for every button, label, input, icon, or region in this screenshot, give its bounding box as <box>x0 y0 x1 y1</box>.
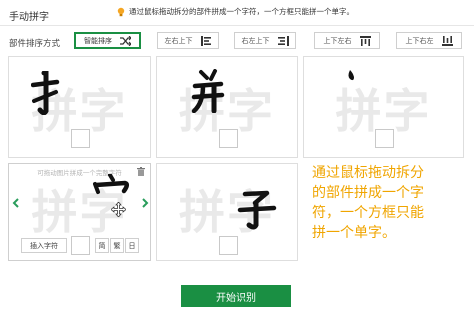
char-cell-5[interactable]: 拼字 <box>156 163 298 261</box>
chevron-right-icon[interactable] <box>141 198 149 208</box>
trash-icon[interactable] <box>137 167 145 176</box>
japanese-button[interactable]: 日 <box>125 238 139 253</box>
char-cell-1[interactable]: 拼字 <box>8 56 151 158</box>
component-glyph-gong[interactable] <box>191 69 225 113</box>
sort-option-label: 智能排序 <box>84 37 112 45</box>
sort-option-label: 右左上下 <box>241 37 270 45</box>
sort-option-lr-tb[interactable]: 左右上下 <box>157 32 219 49</box>
char-cell-4-active[interactable]: 可拖动图片拼成一个完整字符 拼字 插入字符 简 繁 日 <box>8 163 151 261</box>
left-right-top-bottom-icon <box>200 35 211 46</box>
page-title: 手动拼字 <box>9 12 49 23</box>
simplified-button[interactable]: 简 <box>95 238 109 253</box>
shuffle-icon <box>120 35 131 46</box>
chevron-left-icon[interactable] <box>12 198 20 208</box>
insert-char-button[interactable]: 插入字符 <box>21 238 67 253</box>
cell-checkbox[interactable] <box>375 129 394 148</box>
header-divider <box>0 25 474 26</box>
cell-checkbox[interactable] <box>71 129 90 148</box>
lightbulb-icon <box>117 7 125 16</box>
sort-option-label: 上下右左 <box>405 37 434 45</box>
top-bottom-right-left-icon <box>441 35 453 46</box>
char-cell-3[interactable]: 拼字 <box>303 56 464 158</box>
traditional-button[interactable]: 繁 <box>110 238 124 253</box>
header-hint-text: 通过鼠标拖动拆分的部件拼成一个字符，一个方框只能拼一个单字。 <box>129 7 354 16</box>
sort-option-label: 左右上下 <box>164 37 193 45</box>
sort-option-rl-tb[interactable]: 右左上下 <box>234 32 296 49</box>
component-glyph-zi[interactable] <box>237 190 277 230</box>
sort-option-smart[interactable]: 智能排序 <box>74 32 141 49</box>
move-cursor-icon <box>111 202 126 217</box>
sort-option-tb-lr[interactable]: 上下左右 <box>314 32 380 49</box>
cell-checkbox[interactable] <box>219 236 238 255</box>
component-glyph-shou[interactable] <box>31 71 61 115</box>
right-left-top-bottom-icon <box>277 35 289 46</box>
sort-label: 部件排序方式 <box>9 38 61 48</box>
cell-checkbox[interactable] <box>219 129 238 148</box>
cell-checkbox[interactable] <box>71 236 90 255</box>
instruction-text: 通过鼠标拖动拆分的部件拼成一个字符，一个方框只能拼一个单字。 <box>312 165 424 241</box>
component-glyph-mian[interactable] <box>91 174 131 200</box>
sort-option-label: 上下左右 <box>323 37 352 45</box>
char-cell-2[interactable]: 拼字 <box>156 56 298 158</box>
sort-option-tb-rl[interactable]: 上下右左 <box>396 32 462 49</box>
component-glyph-dot[interactable] <box>346 69 356 83</box>
top-bottom-left-right-icon <box>359 35 371 46</box>
start-recognition-button[interactable]: 开始识别 <box>181 285 291 307</box>
header-hint: 通过鼠标拖动拆分的部件拼成一个字符，一个方框只能拼一个单字。 <box>116 6 354 17</box>
